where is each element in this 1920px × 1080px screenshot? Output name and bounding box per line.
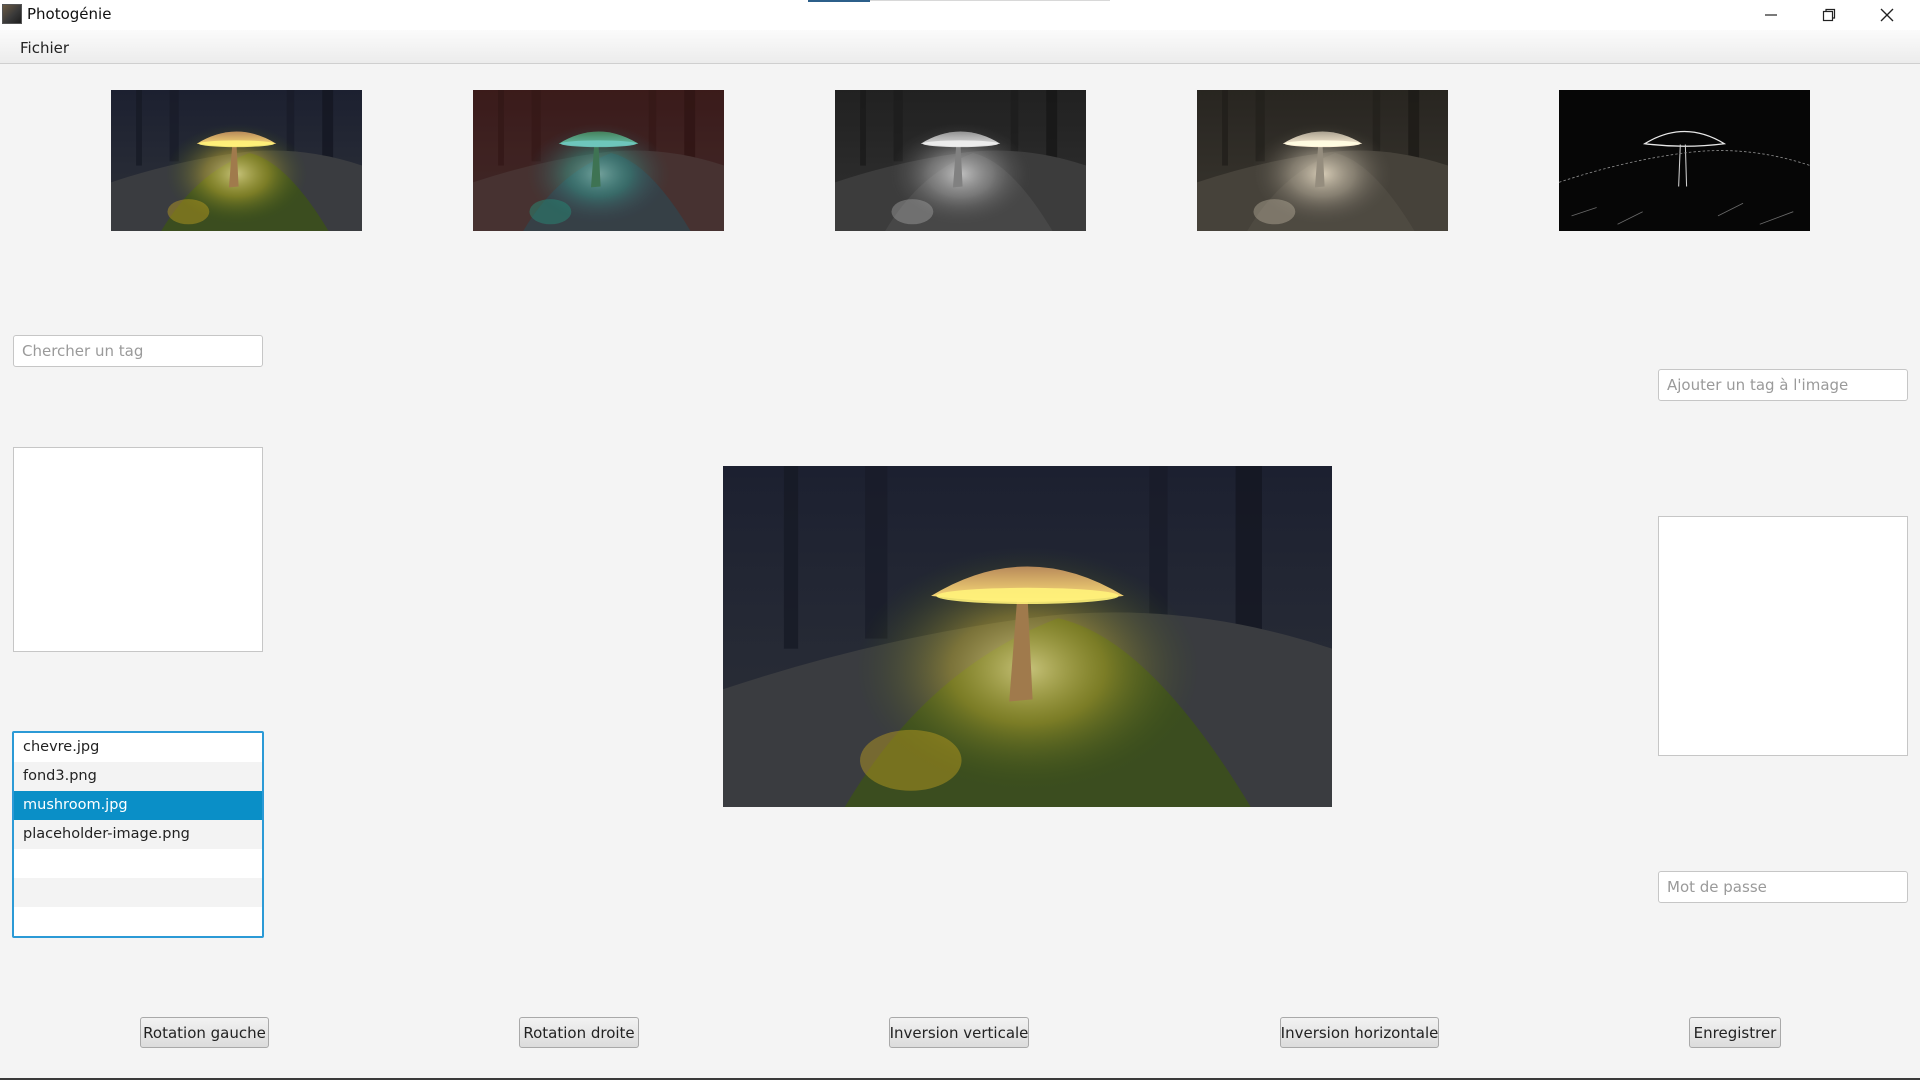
- thumbnail-original[interactable]: [111, 90, 362, 231]
- thumbnail-sepia[interactable]: [1197, 90, 1448, 231]
- minimize-icon: [1765, 14, 1777, 16]
- file-list-item[interactable]: chevre.jpg: [14, 733, 262, 762]
- tag-search-results[interactable]: [13, 447, 263, 652]
- thumbnail-image: [111, 90, 362, 231]
- file-list-empty-row: [14, 907, 262, 936]
- maximize-button[interactable]: [1800, 0, 1858, 30]
- thumbnail-edge-detect[interactable]: [1559, 90, 1810, 231]
- close-icon: [1880, 8, 1894, 22]
- file-list-empty-row: [14, 849, 262, 878]
- save-button[interactable]: Enregistrer: [1689, 1017, 1781, 1048]
- menu-item-fichier[interactable]: Fichier: [12, 36, 77, 60]
- thumbnail-image: [835, 90, 1086, 231]
- thumbnail-image: [1197, 90, 1448, 231]
- rotate-right-button[interactable]: Rotation droite: [519, 1017, 639, 1048]
- tag-search-input[interactable]: [13, 335, 263, 367]
- thumbnail-grayscale[interactable]: [835, 90, 1086, 231]
- app-photo-icon: [2, 4, 22, 24]
- restore-icon: [1822, 8, 1836, 22]
- window-title: Photogénie: [27, 5, 112, 23]
- file-list-item-selected[interactable]: mushroom.jpg: [14, 791, 262, 820]
- minimize-button[interactable]: [1742, 0, 1800, 30]
- thumbnail-color-shift[interactable]: [473, 90, 724, 231]
- add-tag-input[interactable]: [1658, 369, 1908, 401]
- thumbnail-image: [473, 90, 724, 231]
- file-list-item[interactable]: fond3.png: [14, 762, 262, 791]
- password-input[interactable]: [1658, 871, 1908, 903]
- file-list-item[interactable]: placeholder-image.png: [14, 820, 262, 849]
- thumbnail-image: [1559, 90, 1810, 231]
- file-list-empty-row: [14, 878, 262, 907]
- image-tags-list[interactable]: [1658, 516, 1908, 756]
- rotate-left-button[interactable]: Rotation gauche: [140, 1017, 269, 1048]
- main-image-preview: [723, 466, 1332, 807]
- flip-horizontal-button[interactable]: Inversion horizontale: [1280, 1017, 1439, 1048]
- flip-vertical-button[interactable]: Inversion verticale: [889, 1017, 1029, 1048]
- title-bar: Photogénie: [0, 0, 1920, 30]
- taskbar-indicator-line: [870, 0, 1110, 1]
- mushroom-image: [723, 466, 1332, 807]
- menu-bar: Fichier: [0, 30, 1920, 64]
- file-list[interactable]: chevre.jpg fond3.png mushroom.jpg placeh…: [12, 731, 264, 938]
- taskbar-indicator: [808, 0, 870, 2]
- close-button[interactable]: [1858, 0, 1916, 30]
